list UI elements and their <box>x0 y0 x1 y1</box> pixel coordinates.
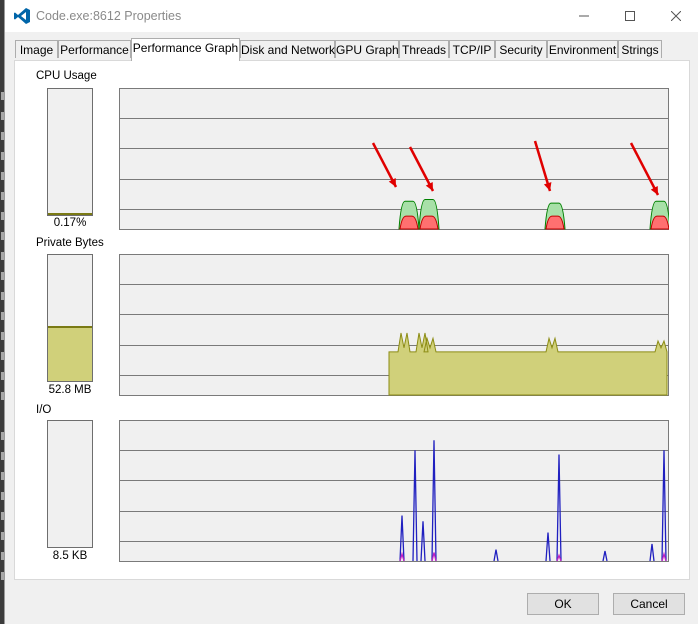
tab-threads[interactable]: Threads <box>399 40 449 58</box>
tab-environment[interactable]: Environment <box>547 40 618 58</box>
private-bytes-gauge <box>47 254 93 382</box>
maximize-button[interactable] <box>607 0 653 32</box>
title-bar[interactable]: Code.exe:8612 Properties <box>5 0 698 32</box>
tab-gpu-graph[interactable]: GPU Graph <box>335 40 399 58</box>
close-button[interactable] <box>653 0 698 32</box>
io-label: I/O <box>36 404 52 416</box>
annotation-arrow-shaft <box>629 142 660 196</box>
properties-window: Code.exe:8612 Properties Image Performan… <box>4 0 698 624</box>
tab-image[interactable]: Image <box>15 40 58 58</box>
cancel-button[interactable]: Cancel <box>613 593 685 615</box>
io-graph <box>119 420 669 562</box>
close-icon <box>671 11 681 21</box>
private-bytes-gauge-fill <box>48 325 92 381</box>
tab-security[interactable]: Security <box>495 40 547 58</box>
minimize-button[interactable] <box>561 0 607 32</box>
tab-performance-graph[interactable]: Performance Graph <box>131 38 240 61</box>
performance-graph-panel: CPU Usage 0.17% Private Bytes 52.8 MB I/… <box>14 60 690 580</box>
annotation-arrows <box>371 140 660 196</box>
vscode-icon <box>14 8 30 24</box>
ok-button[interactable]: OK <box>527 593 599 615</box>
tab-strings[interactable]: Strings <box>618 40 662 58</box>
maximize-icon <box>625 11 635 21</box>
private-bytes-graph <box>119 254 669 396</box>
io-gauge <box>47 420 93 548</box>
tab-tcp-ip[interactable]: TCP/IP <box>449 40 495 58</box>
tab-disk-and-network[interactable]: Disk and Network <box>240 40 335 58</box>
io-graph-frame <box>119 420 669 562</box>
io-value: 8.5 KB <box>52 550 88 562</box>
tab-performance[interactable]: Performance <box>58 40 131 58</box>
private-bytes-value: 52.8 MB <box>48 384 92 396</box>
minimize-icon <box>579 15 589 17</box>
window-title: Code.exe:8612 Properties <box>36 9 182 23</box>
